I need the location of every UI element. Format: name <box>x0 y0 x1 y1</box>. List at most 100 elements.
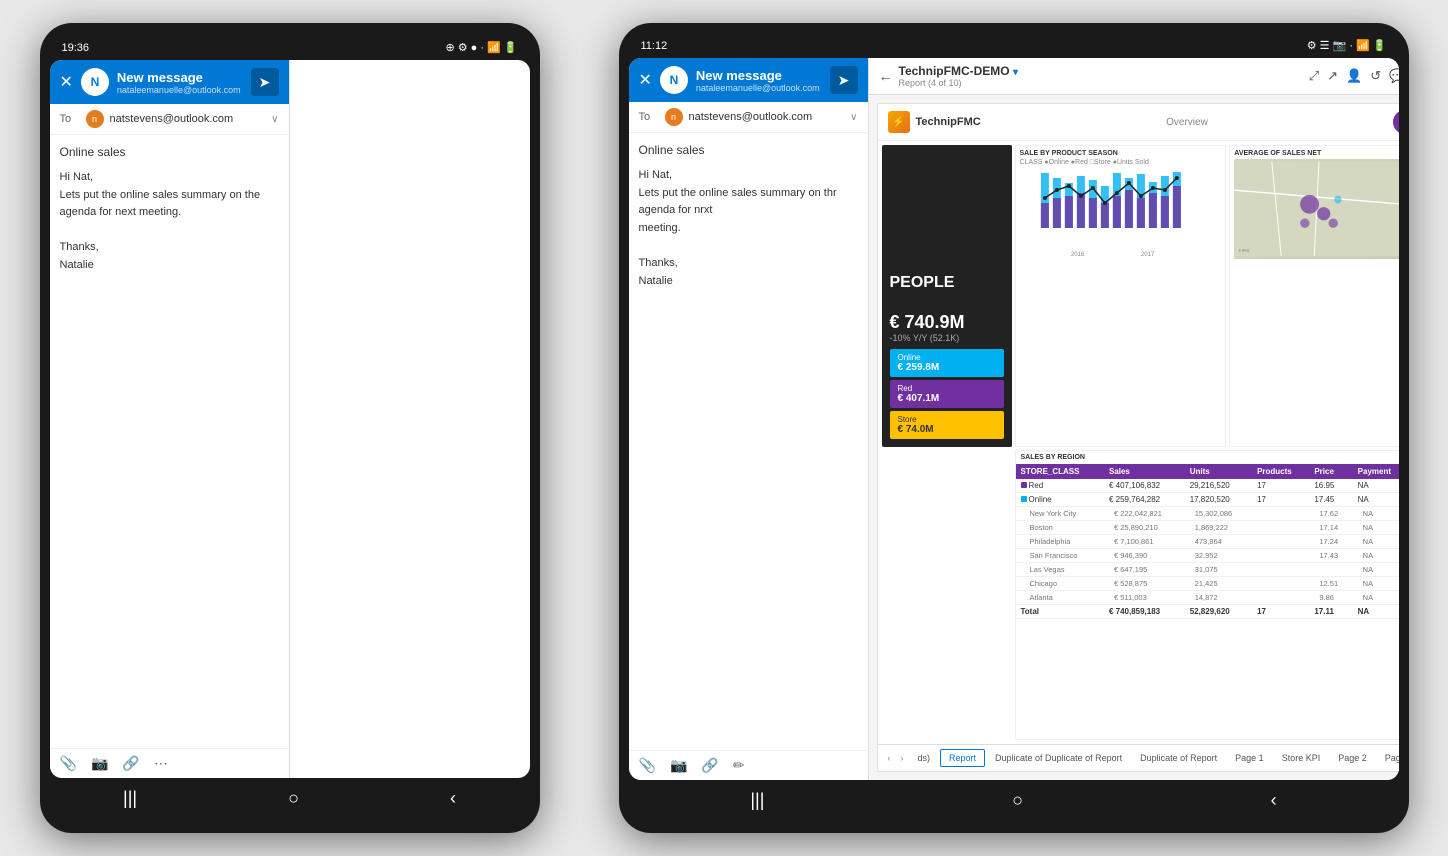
email-to-row: To n natstevens@outlook.com ∨ <box>50 104 289 135</box>
large-status-icons: ⚙ ☰ 📷 · 📶 🔋 <box>1307 39 1387 52</box>
pbi-red-card: Red € 407.1M <box>890 380 1004 408</box>
nav-back-icon[interactable]: ‹ <box>450 788 456 809</box>
pbi-grid: PEOPLE € 740.9M -10% Y/Y (52.1K) Online … <box>878 141 1399 744</box>
large-email-sender-avatar: N <box>660 66 688 94</box>
nav-home-icon[interactable]: ○ <box>288 788 299 809</box>
table-row: San Francisco € 946,39032,95217.43NA <box>1016 548 1399 562</box>
table-row: New York City € 222,042,82115,302,08617.… <box>1016 506 1399 520</box>
page-tab-page3[interactable]: Page 3 <box>1377 750 1399 766</box>
large-email-body-text: Hi Nat, Lets put the online sales summar… <box>639 167 858 290</box>
pbi-online-card: Online € 259.8M <box>890 349 1004 377</box>
large-email-send-button[interactable]: ➤ <box>830 66 858 94</box>
large-report-header: ← TechnipFMC-DEMO ▾ Report (4 of 10) ⤢ ↗… <box>869 58 1399 95</box>
large-email-body[interactable]: Online sales Hi Nat, Lets put the online… <box>629 133 868 750</box>
svg-text:b Bing: b Bing <box>1239 249 1250 253</box>
large-report-subtitle: Report (4 of 10) <box>899 78 1018 88</box>
large-email-from: nataleemanuelle@outlook.com <box>696 83 820 93</box>
small-status-icons: ⊕ ⚙ ● · 📶 🔋 <box>445 41 517 54</box>
large-report-panel: ← TechnipFMC-DEMO ▾ Report (4 of 10) ⤢ ↗… <box>869 58 1399 780</box>
small-email-header: ✕ N New message nataleemanuelle@outlook.… <box>50 60 289 104</box>
pbi-col-store: STORE_CLASS <box>1016 464 1104 479</box>
large-nav-back-icon[interactable]: ‹ <box>1271 790 1277 811</box>
pbi-content-area: PEOPLE € 740.9M -10% Y/Y (52.1K) Online … <box>878 141 1399 744</box>
large-email-header: ✕ N New message nataleemanuelle@outlook.… <box>629 58 868 102</box>
small-screen: ✕ N New message nataleemanuelle@outlook.… <box>50 60 530 778</box>
page-tab-store-kpi[interactable]: Store KPI <box>1274 750 1329 766</box>
pbi-people-card: PEOPLE € 740.9M -10% Y/Y (52.1K) Online … <box>882 145 1012 447</box>
page-tab-page2[interactable]: Page 2 <box>1330 750 1375 766</box>
pbi-col-sales: Sales <box>1104 464 1185 479</box>
large-email-close-button[interactable]: ✕ <box>639 70 652 90</box>
page-tab-page1[interactable]: Page 1 <box>1227 750 1272 766</box>
large-comment-icon[interactable]: 💬 <box>1389 68 1398 84</box>
email-subject: Online sales <box>60 145 279 159</box>
small-tablet: 19:36 ⊕ ⚙ ● · 📶 🔋 ✕ N New message natale… <box>40 23 540 833</box>
large-email-to-label: To <box>639 111 659 123</box>
page-tab-ds[interactable]: ds) <box>910 750 939 766</box>
large-edit-icon[interactable]: ✏ <box>733 757 745 774</box>
pbi-overview-label: Overview <box>1166 117 1208 128</box>
page-tab-prev[interactable]: ‹ <box>884 753 895 763</box>
link-icon[interactable]: 🔗 <box>122 755 139 772</box>
pbi-col-price: Price <box>1309 464 1352 479</box>
table-row: Online € 259,764,28217,820,5201717.45NA <box>1016 492 1399 506</box>
page-tab-dup[interactable]: Duplicate of Report <box>1132 750 1225 766</box>
large-share-icon[interactable]: ↗ <box>1327 68 1338 84</box>
large-email-expand[interactable]: ∨ <box>850 112 857 123</box>
email-footer: 📎 📷 🔗 ⋯ <box>50 748 289 778</box>
large-nav-recents-icon[interactable]: ||| <box>750 790 764 811</box>
large-nav-bar: ||| ○ ‹ <box>627 780 1401 817</box>
email-recipient-address: natstevens@outlook.com <box>110 113 266 125</box>
pbi-col-payment: Payment <box>1353 464 1399 479</box>
table-row: Las Vegas € 647,19531,075NA <box>1016 562 1399 576</box>
large-attach-icon[interactable]: 📎 <box>639 757 656 774</box>
small-email-panel: ✕ N New message nataleemanuelle@outlook.… <box>50 60 290 778</box>
large-report-back-button[interactable]: ← <box>879 68 893 84</box>
table-total-row: Total € 740,859,18352,829,6201717.11NA <box>1016 604 1399 618</box>
table-row: Red € 407,106,83229,216,5201716.95NA <box>1016 479 1399 493</box>
page-tab-dup-dup[interactable]: Duplicate of Duplicate of Report <box>987 750 1130 766</box>
large-time: 11:12 <box>641 40 668 52</box>
large-tablet: 11:12 ⚙ ☰ 📷 · 📶 🔋 ✕ N New message natale… <box>619 23 1409 833</box>
pbi-store-card: Store € 74.0M <box>890 411 1004 439</box>
large-email-recipient: natstevens@outlook.com <box>689 111 845 123</box>
nav-recents-icon[interactable]: ||| <box>123 788 137 809</box>
email-body[interactable]: Online sales Hi Nat, Lets put the online… <box>50 135 289 748</box>
large-link-icon[interactable]: 🔗 <box>701 757 718 774</box>
pbi-col-units: Units <box>1185 464 1252 479</box>
pbi-company-name: TechnipFMC <box>916 116 981 128</box>
page-tab-report[interactable]: Report <box>940 749 985 767</box>
table-row: Chicago € 528,87521,42512.51NA <box>1016 576 1399 590</box>
email-from-address: nataleemanuelle@outlook.com <box>117 85 241 95</box>
email-recipient-avatar: n <box>86 110 104 128</box>
large-report-title: TechnipFMC-DEMO ▾ <box>899 64 1018 78</box>
table-row: Philadelphia € 7,100,861473,86417.24NA <box>1016 534 1399 548</box>
page-tabs-bar: ‹ › ds) Report Duplicate of Duplicate of… <box>878 744 1399 771</box>
email-close-button[interactable]: ✕ <box>60 72 73 92</box>
svg-text:2016: 2016 <box>1070 252 1084 258</box>
pbi-total-metric: € 740.9M <box>890 312 1004 333</box>
pbi-user-avatar: N <box>1393 110 1398 134</box>
large-image-icon[interactable]: 📷 <box>670 757 687 774</box>
large-email-title: New message <box>696 68 820 83</box>
image-icon[interactable]: 📷 <box>91 755 108 772</box>
pbi-region-table: SALES BY REGION STORE_CLASS Sales Units … <box>1015 450 1399 741</box>
pbi-report-view: ⚡ TechnipFMC Overview N PEOPLE <box>877 103 1399 772</box>
large-expand-icon[interactable]: ⤢ <box>1309 68 1319 84</box>
large-email-panel: ✕ N New message nataleemanuelle@outlook.… <box>629 58 869 780</box>
large-email-footer: 📎 📷 🔗 ✏ <box>629 750 868 780</box>
attach-icon[interactable]: 📎 <box>60 755 77 772</box>
more-options-icon[interactable]: ⋯ <box>154 755 168 772</box>
pbi-col-products: Products <box>1252 464 1309 479</box>
large-refresh-icon[interactable]: ↺ <box>1370 68 1381 84</box>
small-nav-bar: ||| ○ ‹ <box>48 778 532 815</box>
page-tab-next[interactable]: › <box>897 753 908 763</box>
large-user-icon[interactable]: 👤 <box>1346 68 1362 84</box>
email-send-button[interactable]: ➤ <box>251 68 279 96</box>
table-row: Boston € 25,890,2101,869,22217.14NA <box>1016 520 1399 534</box>
email-expand-icon[interactable]: ∨ <box>271 114 278 125</box>
pbi-people-label: PEOPLE <box>890 274 1004 292</box>
large-email-subject: Online sales <box>639 143 858 157</box>
pbi-map-card: AVERAGE OF SALES NET <box>1229 145 1398 447</box>
large-nav-home-icon[interactable]: ○ <box>1012 790 1023 811</box>
